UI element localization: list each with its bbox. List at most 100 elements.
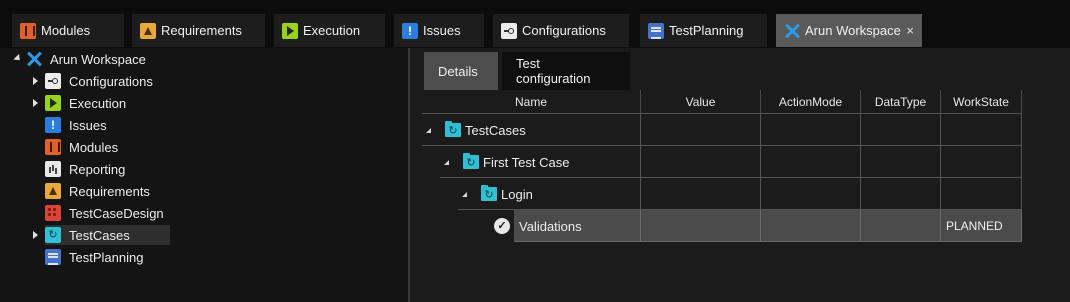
- table-row[interactable]: TestCases: [422, 114, 1022, 146]
- actionmode-cell[interactable]: [761, 114, 861, 146]
- issues-icon: [45, 117, 61, 133]
- testcase-folder-icon: [463, 153, 479, 170]
- tree-item-execution[interactable]: Execution: [45, 93, 126, 113]
- datatype-cell[interactable]: [861, 114, 941, 146]
- tree-item-label: TestPlanning: [69, 249, 144, 265]
- workspace-icon: [784, 23, 800, 39]
- column-header-datatype[interactable]: DataType: [861, 90, 941, 114]
- testcases-folder-icon: [445, 121, 461, 138]
- actionmode-cell[interactable]: [761, 178, 861, 210]
- datatype-cell[interactable]: [861, 210, 941, 242]
- value-cell[interactable]: [641, 114, 761, 146]
- tree-item-testcasedesign[interactable]: TestCaseDesign: [45, 203, 164, 223]
- tab-execution[interactable]: Execution: [274, 14, 385, 47]
- testcase-grid: Name Value ActionMode DataType WorkState…: [422, 90, 1070, 302]
- row-name: TestCases: [445, 114, 526, 146]
- workstate-cell[interactable]: [941, 146, 1022, 178]
- tree-root-arun-workspace[interactable]: Arun Workspace: [26, 49, 146, 69]
- testcasedesign-icon: [45, 205, 61, 221]
- tree-item-label: Requirements: [69, 183, 150, 199]
- module-tab-bar: Modules Requirements Execution Issues Co…: [0, 0, 1070, 48]
- tree-item-testcases[interactable]: TestCases: [45, 225, 170, 245]
- reporting-icon: [45, 161, 61, 177]
- tree-root-label: Arun Workspace: [50, 51, 146, 67]
- table-row[interactable]: Login: [422, 178, 1022, 210]
- workstate-cell[interactable]: [941, 114, 1022, 146]
- tab-testplanning[interactable]: TestPlanning: [640, 14, 767, 47]
- execution-icon: [45, 95, 61, 111]
- value-cell[interactable]: [641, 178, 761, 210]
- tab-configurations[interactable]: Configurations: [493, 14, 629, 47]
- tree-item-configurations[interactable]: Configurations: [45, 71, 153, 91]
- column-header-name[interactable]: Name: [422, 90, 641, 114]
- testcase-folder-icon: [481, 185, 497, 202]
- actionmode-cell[interactable]: [761, 210, 861, 242]
- tree-item-requirements[interactable]: Requirements: [45, 181, 150, 201]
- modules-icon: [45, 139, 61, 155]
- tree-item-reporting[interactable]: Reporting: [45, 159, 125, 179]
- tab-arun-workspace[interactable]: Arun Workspace ×: [776, 14, 922, 47]
- row-name-label: TestCases: [465, 122, 526, 138]
- tab-test-configuration[interactable]: Test configuration: [502, 52, 630, 90]
- tree-item-label: Reporting: [69, 161, 126, 177]
- tree-item-label: Modules: [69, 139, 119, 155]
- testplanning-icon: [45, 249, 61, 265]
- execution-icon: [282, 22, 298, 39]
- column-header-value[interactable]: Value: [641, 90, 761, 114]
- tab-label: Execution: [303, 23, 361, 38]
- column-header-actionmode[interactable]: ActionMode: [761, 90, 861, 114]
- collapse-arrow-icon[interactable]: [13, 53, 23, 64]
- testcases-icon: [45, 227, 61, 243]
- modules-icon: [20, 22, 36, 39]
- tree-item-issues[interactable]: Issues: [45, 115, 107, 135]
- workspace-icon: [26, 51, 42, 67]
- column-header-workstate[interactable]: WorkState: [941, 90, 1022, 114]
- workstate-value: PLANNED: [946, 219, 1003, 233]
- requirements-icon: [45, 183, 61, 199]
- testplanning-icon: [648, 22, 664, 39]
- row-name-label: Validations: [519, 218, 582, 234]
- datatype-cell[interactable]: [861, 146, 941, 178]
- table-row-selected[interactable]: Validations PLANNED: [422, 210, 1022, 242]
- tree-item-label: TestCaseDesign: [69, 205, 164, 221]
- close-tab-icon[interactable]: ×: [906, 23, 914, 38]
- tab-details[interactable]: Details: [424, 52, 498, 90]
- tab-issues[interactable]: Issues: [394, 14, 484, 47]
- tab-label: Requirements: [161, 23, 242, 38]
- tab-label: Issues: [423, 23, 461, 38]
- row-name-label: First Test Case: [483, 154, 570, 170]
- table-row[interactable]: First Test Case: [422, 146, 1022, 178]
- tab-modules[interactable]: Modules: [12, 14, 124, 47]
- tab-requirements[interactable]: Requirements: [132, 14, 265, 47]
- grid-header: Name Value ActionMode DataType WorkState: [422, 90, 1022, 114]
- tree-item-label: Configurations: [69, 73, 153, 89]
- tab-label: TestPlanning: [669, 23, 744, 38]
- actionmode-cell[interactable]: [761, 146, 861, 178]
- value-cell[interactable]: [641, 210, 761, 242]
- row-name: Validations: [519, 210, 582, 242]
- tree-item-label: Issues: [69, 117, 107, 133]
- validations-icon: [494, 218, 510, 234]
- tab-label: Configurations: [522, 23, 606, 38]
- tree-item-label: Execution: [69, 95, 127, 111]
- details-panel: Details Test configuration Name Value Ac…: [410, 48, 1070, 302]
- workstate-cell[interactable]: [941, 178, 1022, 210]
- tab-label: Modules: [41, 23, 91, 38]
- tree-item-testplanning[interactable]: TestPlanning: [45, 247, 143, 267]
- expand-arrow-icon[interactable]: [33, 231, 38, 239]
- configurations-icon: [501, 22, 517, 39]
- row-name-label: Login: [501, 186, 533, 202]
- issues-icon: [402, 22, 418, 39]
- tree-item-modules[interactable]: Modules: [45, 137, 118, 157]
- row-name: Login: [481, 178, 533, 210]
- tree-item-label: TestCases: [69, 227, 130, 243]
- expand-arrow-icon[interactable]: [33, 99, 38, 107]
- workspace-tree: Arun Workspace Configurations Execution …: [0, 48, 408, 302]
- row-name: First Test Case: [463, 146, 569, 178]
- requirements-icon: [140, 22, 156, 39]
- expand-arrow-icon[interactable]: [33, 77, 38, 85]
- value-cell[interactable]: [641, 146, 761, 178]
- tab-label: Arun Workspace: [805, 23, 901, 38]
- configurations-icon: [45, 73, 61, 89]
- datatype-cell[interactable]: [861, 178, 941, 210]
